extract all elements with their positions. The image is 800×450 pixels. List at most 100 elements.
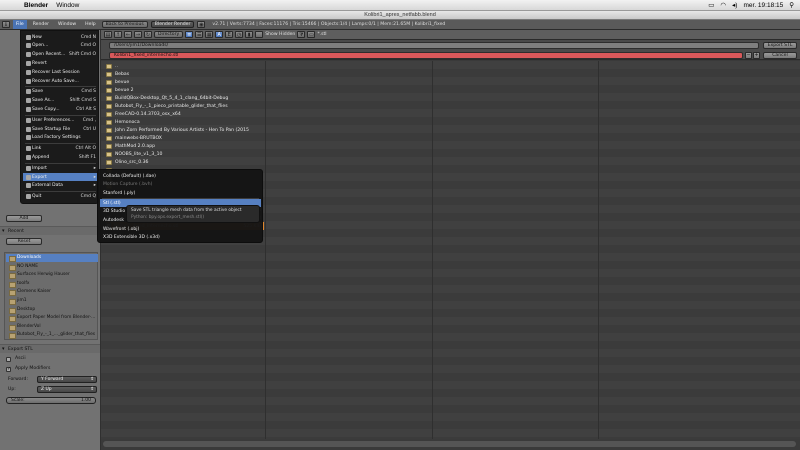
recent-item[interactable]: Surfaces Herwig Hauser [6, 271, 98, 280]
menu-item-label: Open Recent... [32, 52, 66, 58]
apply-modifiers-checkbox[interactable] [6, 366, 11, 372]
directory-field[interactable]: /Users/jim1/Downloads/ [109, 42, 759, 49]
file-menu-item-open[interactable]: Open... Cmd O [23, 42, 98, 50]
reset-recent-button[interactable]: Reset [6, 238, 42, 245]
folder-row[interactable]: bevue [106, 78, 264, 86]
clock[interactable]: mer. 19:18:15 [743, 2, 783, 9]
folder-icon [106, 95, 112, 101]
column-divider [265, 61, 266, 439]
sort-time-icon[interactable]: ◷ [235, 31, 244, 38]
export-stl-header[interactable]: Export STL [0, 344, 100, 354]
battery-icon[interactable]: ▭ [708, 1, 714, 9]
file-menu-item-user-preferences[interactable]: User Preferences... Cmd , [23, 116, 98, 124]
file-menu-item-external-data[interactable]: External Data ▸ [23, 182, 98, 190]
file-menu-item-load-factory-settings[interactable]: Load Factory Settings [23, 134, 98, 142]
recent-item[interactable]: Butobot_Fly_-_1_..._glider_that_flies [6, 331, 98, 340]
cancel-button[interactable]: Cancel [763, 52, 797, 59]
sort-size-icon[interactable]: ▮ [245, 31, 254, 38]
file-menu-item-save[interactable]: Save Cmd S [23, 88, 98, 96]
folder-row[interactable]: John Zorn Performed By Various Artists -… [106, 126, 264, 134]
display-thumbnails-icon[interactable]: ▦ [205, 31, 214, 38]
folder-row[interactable]: Butobot_Fly_-_1_pieco_printable_glider_t… [106, 102, 264, 110]
folder-row[interactable]: .. [106, 62, 264, 70]
file-menu-item-export[interactable]: Export ▸ [23, 173, 98, 181]
horizontal-scrollbar[interactable] [103, 441, 796, 447]
file-menu-item-save-copy[interactable]: Save Copy... Ctrl Alt S [23, 105, 98, 113]
increment-icon[interactable]: + [753, 52, 760, 59]
filename-field[interactable]: Kolibri1_fixed_internecho.stl [109, 52, 743, 59]
recent-item[interactable]: jim1 [6, 297, 98, 305]
export-stl-button[interactable]: Export STL [763, 42, 797, 49]
sort-ext-icon[interactable]: E [225, 31, 234, 38]
menu-file[interactable]: File [13, 20, 27, 29]
editor-type-filebrowser-icon[interactable]: ▤ [104, 31, 112, 38]
parent-dir-icon[interactable]: ↑ [114, 31, 122, 38]
add-bookmark-button[interactable]: Add [6, 215, 42, 222]
wifi-icon[interactable]: ◠ [720, 1, 726, 9]
filter-icon[interactable]: ⧩ [297, 31, 306, 38]
menu-help[interactable]: Help [82, 20, 98, 29]
recent-item[interactable]: toolfx [6, 280, 98, 288]
forward-icon[interactable]: → [134, 31, 142, 38]
up-dropdown[interactable]: Z Up [37, 386, 97, 393]
recent-item[interactable]: Desktop [6, 306, 98, 314]
menu-render[interactable]: Render [30, 20, 52, 29]
file-menu-item-link[interactable]: Link Ctrl Alt O [23, 145, 98, 153]
folder-row[interactable]: Olino_src_0.36 [106, 158, 264, 166]
menu-window[interactable]: Window [56, 2, 79, 9]
export-menu-item[interactable]: Collada (Default) (.dae) [100, 172, 261, 180]
folder-row[interactable]: Bebas [106, 70, 264, 78]
export-menu-item[interactable]: Stanford (.ply) [100, 189, 261, 197]
display-short-icon[interactable]: ≡ [185, 31, 194, 38]
folder-row[interactable]: NOOBS_lite_v1_3_10 [106, 150, 264, 158]
file-menu-item-quit[interactable]: Quit Cmd Q [23, 193, 98, 201]
recent-item[interactable]: Downloads [6, 254, 98, 262]
ascii-checkbox[interactable] [6, 357, 11, 362]
refresh-icon[interactable]: ↻ [144, 31, 152, 38]
decrement-icon[interactable]: − [745, 52, 752, 59]
volume-icon[interactable]: ◂) [732, 1, 737, 9]
recent-header[interactable]: Recent [0, 226, 100, 236]
folder-row[interactable]: Hemonoca [106, 118, 264, 126]
directory-button[interactable]: Directory [154, 31, 184, 38]
file-menu-item-open-recent[interactable]: Open Recent... Shift Cmd O [23, 51, 98, 59]
file-menu-item-recover-last-session[interactable]: Recover Last Session [23, 68, 98, 76]
folder-icon [106, 87, 112, 93]
editor-type-icon[interactable]: ℹ [2, 21, 10, 28]
folder-row[interactable]: mainwebs-BRUTBOX [106, 134, 264, 142]
scale-field[interactable]: Scale: 1.00 [6, 397, 96, 404]
back-icon[interactable]: ← [124, 31, 132, 38]
menu-window-blender[interactable]: Window [55, 20, 79, 29]
up-label: Up: [8, 387, 16, 392]
file-menu-item-save-startup-file[interactable]: Save Startup File Ctrl U [23, 125, 98, 133]
display-detailed-icon[interactable]: ☰ [195, 31, 204, 38]
file-menu-item-save-as[interactable]: Save As... Shift Cmd S [23, 97, 98, 105]
recent-item[interactable]: Export Paper Model from Blender-... [6, 314, 98, 323]
export-menu-item[interactable]: Wavefront (.obj) [100, 225, 261, 233]
folder-row[interactable]: FreeCAD-0.14.3703_osx_x64 [106, 110, 264, 118]
render-engine-dropdown[interactable]: Blender Render [150, 21, 195, 28]
back-to-previous-button[interactable]: Back to Previous [101, 21, 148, 28]
file-menu-item-recover-auto-save[interactable]: Recover Auto Save... [23, 77, 98, 85]
file-menu-item-new[interactable]: New Cmd N [23, 33, 98, 41]
menu-item-shortcut: Cmd N [80, 34, 96, 40]
menu-app[interactable]: Blender [24, 2, 48, 9]
folder-row[interactable]: bevue 2 [106, 86, 264, 94]
export-menu-item[interactable]: X3D Extensible 3D (.x3d) [100, 234, 261, 242]
folder-row[interactable]: MathMod 2.0.app [106, 142, 264, 150]
filter-folder-icon[interactable]: ▭ [307, 31, 316, 38]
file-menu-item-append[interactable]: Append Shift F1 [23, 153, 98, 161]
file-menu-item-revert[interactable]: Revert [23, 59, 98, 67]
menu-item-label: Append [32, 154, 50, 160]
show-hidden-checkbox[interactable] [255, 31, 264, 38]
recent-item[interactable]: NO NAME [6, 263, 98, 271]
forward-dropdown[interactable]: Y Forward [37, 376, 97, 383]
folder-icon [106, 159, 112, 165]
file-menu-item-import[interactable]: Import ▸ [23, 164, 98, 172]
recent-item[interactable]: BlenderVol [6, 323, 98, 331]
search-icon[interactable]: ⚲ [789, 1, 794, 9]
folder-row[interactable]: BuildQBox-Desktop_Qt_5_4_1_clang_64bit-D… [106, 94, 264, 102]
file-browser-header: ▤ ↑ ← → ↻ Directory ≡ ☰ ▦ A E ◷ ▮ Show H… [101, 30, 800, 40]
recent-item[interactable]: Clemens Kaiser [6, 288, 98, 297]
sort-alpha-icon[interactable]: A [215, 31, 224, 38]
